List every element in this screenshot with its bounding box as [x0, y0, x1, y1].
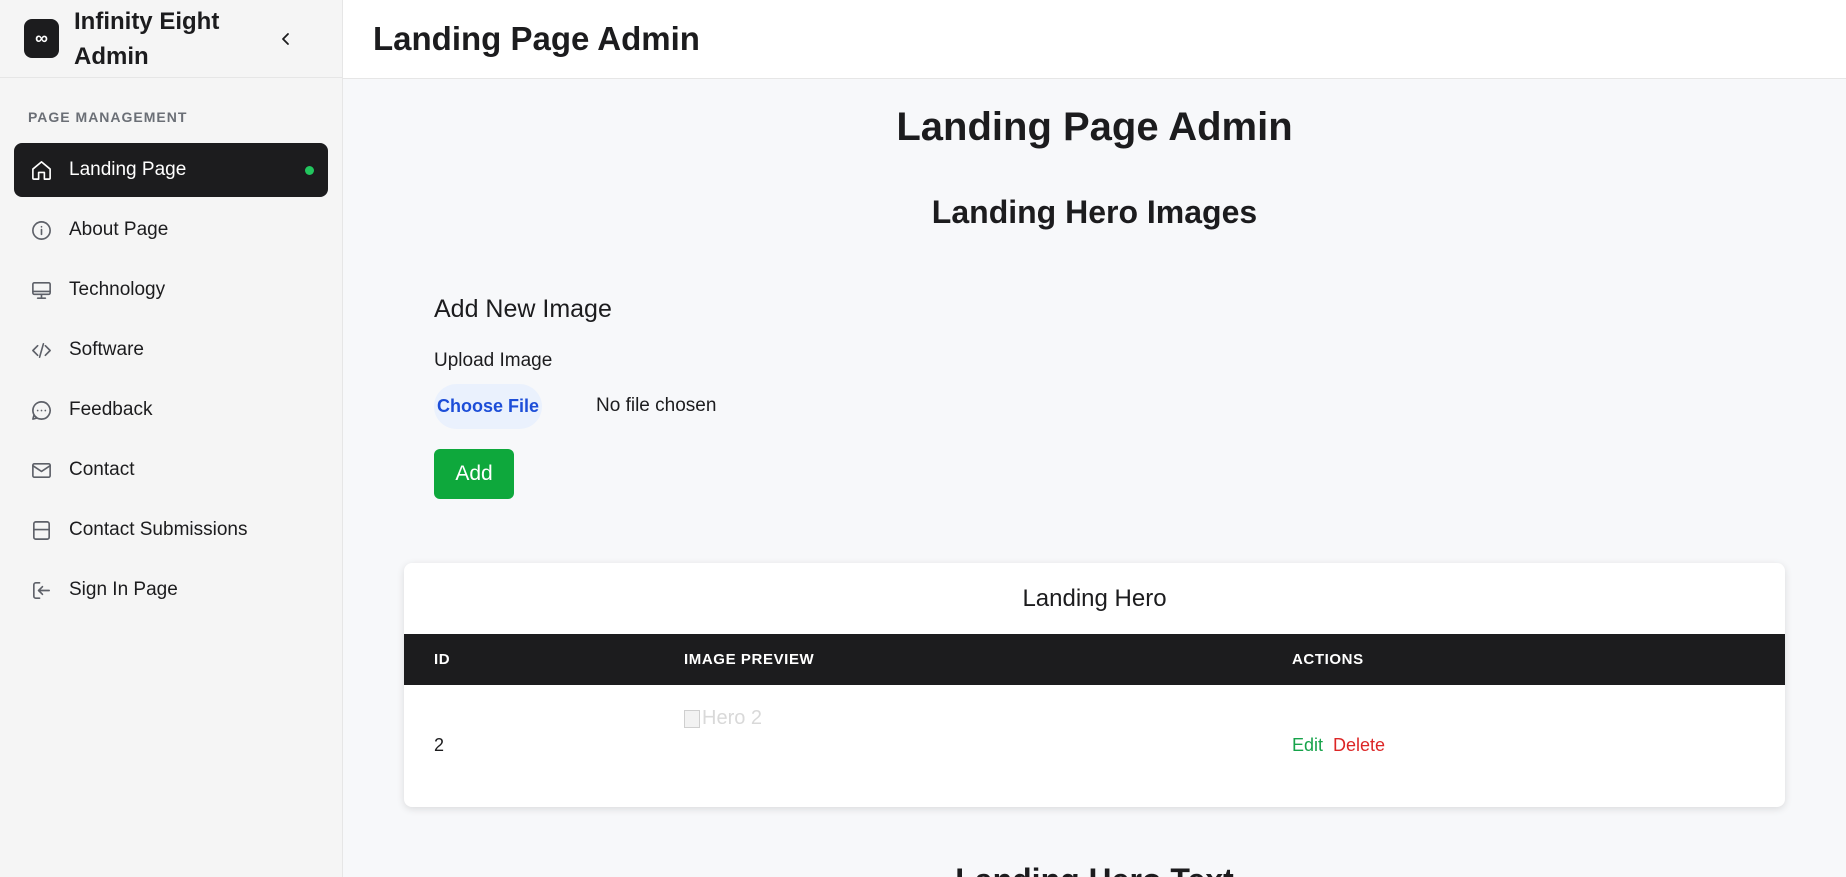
sidebar-item-feedback[interactable]: Feedback: [14, 383, 328, 437]
monitor-icon: [28, 277, 54, 303]
edit-link[interactable]: Edit: [1292, 735, 1323, 755]
landing-hero-table-card: Landing Hero ID IMAGE PREVIEW ACTIONS 2 …: [404, 563, 1785, 807]
sidebar-item-landing-page[interactable]: Landing Page: [14, 143, 328, 197]
upload-image-label: Upload Image: [434, 350, 553, 371]
delete-link[interactable]: Delete: [1333, 735, 1385, 755]
chevron-left-icon: [282, 32, 289, 45]
sidebar-item-label: Landing Page: [69, 159, 187, 180]
info-icon: [28, 217, 54, 243]
sidebar-item-label: Technology: [69, 279, 166, 300]
home-icon: [28, 157, 54, 183]
sidebar-item-label: Contact: [69, 459, 135, 480]
main-content: Landing Page Admin Landing Hero Images A…: [343, 79, 1846, 877]
active-indicator-dot: [305, 166, 314, 175]
section-heading-hero-text: Landing Hero Text: [343, 862, 1846, 877]
hero-image-preview: Hero 2: [684, 707, 762, 730]
broken-image-icon: [684, 709, 700, 728]
brand-logo: ∞: [24, 19, 59, 58]
sidebar-item-label: Contact Submissions: [69, 519, 248, 540]
header-title: Landing Page Admin: [373, 20, 700, 57]
sign-in-icon: [28, 577, 54, 603]
sidebar-item-about-page[interactable]: About Page: [14, 203, 328, 257]
image-alt-text: Hero 2: [702, 707, 763, 729]
column-header-actions: ACTIONS: [1292, 651, 1364, 668]
sidebar-item-label: About Page: [69, 219, 169, 240]
row-actions: Edit Delete: [1292, 735, 1385, 756]
sidebar-item-sign-in-page[interactable]: Sign In Page: [14, 563, 328, 617]
sidebar: ∞ Infinity Eight Admin PAGE MANAGEMENT L…: [0, 0, 343, 877]
top-header: Landing Page Admin: [343, 0, 1846, 79]
sidebar-item-software[interactable]: Software: [14, 323, 328, 377]
mail-icon: [28, 457, 54, 483]
sidebar-nav: Landing Page About Page Technology Softw…: [0, 143, 342, 617]
add-image-button[interactable]: Add: [434, 449, 514, 499]
brand-name: Infinity Eight Admin: [74, 7, 220, 70]
table-header: ID IMAGE PREVIEW ACTIONS: [404, 634, 1785, 685]
sidebar-item-technology[interactable]: Technology: [14, 263, 328, 317]
page-heading: Landing Page Admin: [896, 105, 1293, 149]
row-id: 2: [434, 735, 445, 755]
archive-icon: [28, 517, 54, 543]
file-status-text: No file chosen: [596, 395, 717, 416]
table-row: 2 Hero 2 Edit Delete: [404, 685, 1785, 807]
section-label-page-management: PAGE MANAGEMENT: [28, 109, 188, 125]
choose-file-button[interactable]: Choose File: [434, 384, 542, 429]
sidebar-item-contact[interactable]: Contact: [14, 443, 328, 497]
column-header-id: ID: [434, 651, 451, 668]
sidebar-item-label: Software: [69, 339, 144, 360]
add-image-form-title: Add New Image: [434, 295, 612, 323]
sidebar-item-label: Feedback: [69, 399, 153, 420]
collapse-sidebar-button[interactable]: [274, 27, 298, 51]
sidebar-item-label: Sign In Page: [69, 579, 178, 600]
brand: ∞ Infinity Eight Admin: [0, 0, 342, 78]
table-title: Landing Hero: [1022, 584, 1167, 612]
sidebar-item-contact-submissions[interactable]: Contact Submissions: [14, 503, 328, 557]
code-icon: [28, 337, 54, 363]
message-icon: [28, 397, 54, 423]
column-header-image-preview: IMAGE PREVIEW: [684, 651, 815, 668]
section-heading-hero-images: Landing Hero Images: [931, 194, 1258, 230]
